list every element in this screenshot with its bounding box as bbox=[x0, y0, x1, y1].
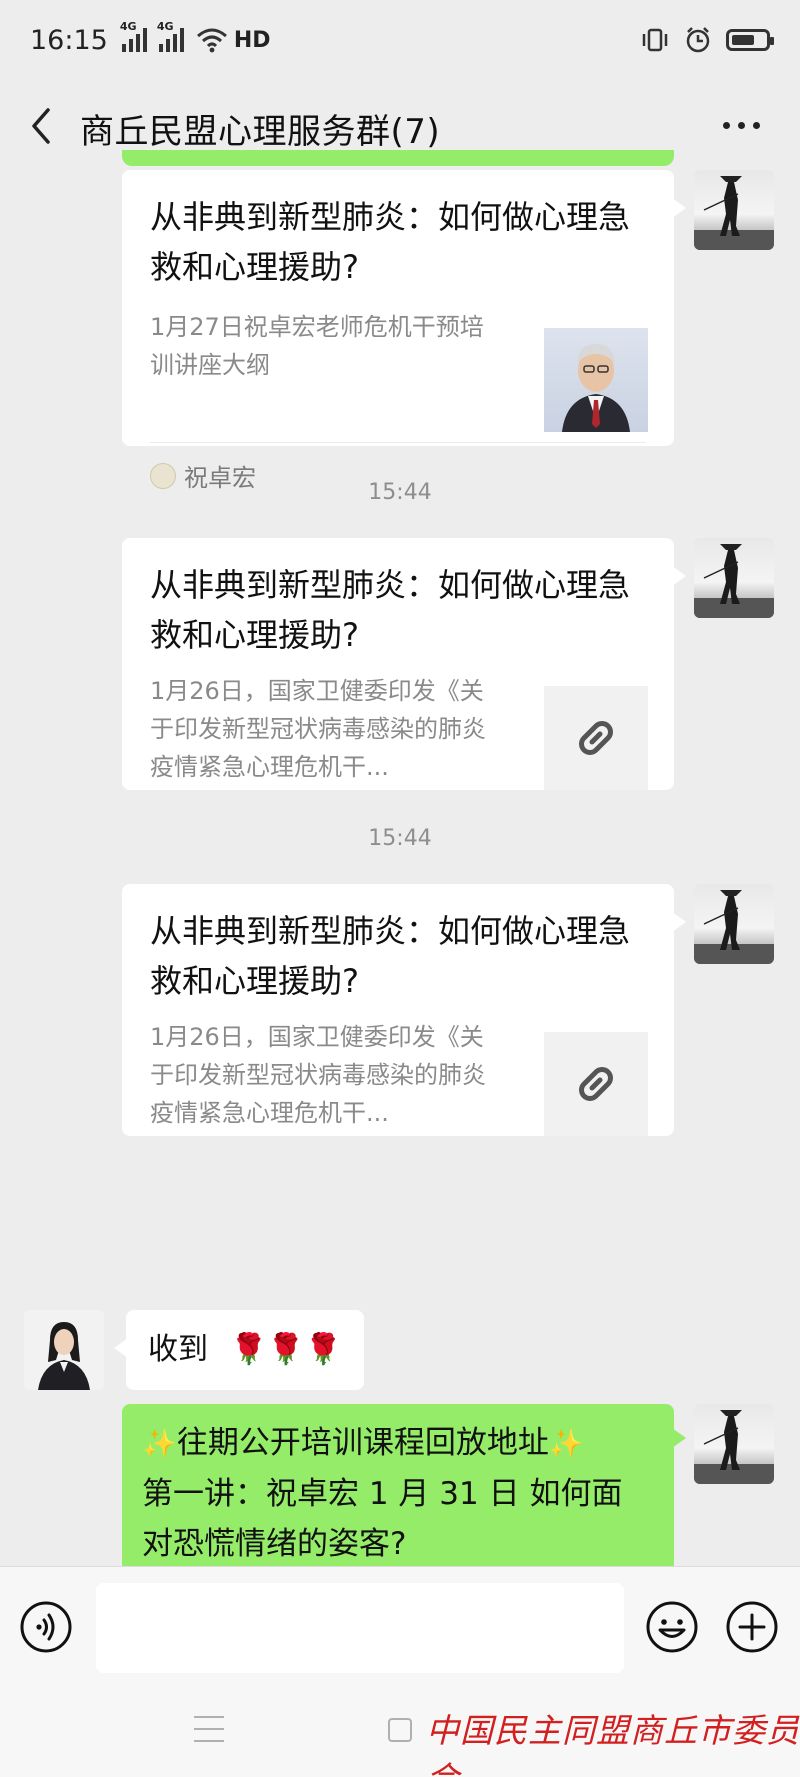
text-message-bubble[interactable]: ✨往期公开培训课程回放地址✨ 第一讲：祝卓宏 1 月 31 日 如何面 对恐慌情… bbox=[122, 1404, 686, 1566]
message-timestamp: 15:44 bbox=[368, 480, 432, 505]
link-card[interactable]: 从非典到新型肺炎：如何做心理急救和心理援助? 1月26日，国家卫健委印发《关于印… bbox=[122, 884, 686, 1136]
plus-icon[interactable] bbox=[724, 1599, 780, 1655]
home-square-icon[interactable] bbox=[388, 1718, 412, 1742]
chat-message-list[interactable]: 从非典到新型肺炎：如何做心理急救和心理援助? 1月27日祝卓宏老师危机干预培训讲… bbox=[0, 150, 800, 1566]
samurai-silhouette-icon bbox=[694, 1410, 774, 1484]
signal-icon: 4G bbox=[120, 20, 147, 52]
watermark: 中国民主同盟商丘市委员会 bbox=[426, 1711, 800, 1777]
chat-title: 商丘民盟心理服务群(7) bbox=[80, 112, 441, 152]
wifi-icon bbox=[196, 28, 227, 53]
link-thumbnail bbox=[544, 686, 648, 790]
samurai-silhouette-icon bbox=[694, 544, 774, 618]
more-dots-icon[interactable] bbox=[723, 122, 760, 129]
message-input[interactable] bbox=[96, 1583, 624, 1673]
message-line: 第一讲：祝卓宏 1 月 31 日 如何面 bbox=[142, 1476, 623, 1512]
link-card-description: 1月26日，国家卫健委印发《关于印发新型冠状病毒感染的肺炎疫情紧急心理危机干..… bbox=[150, 677, 486, 781]
link-card-title: 从非典到新型肺炎：如何做心理急救和心理援助? bbox=[150, 912, 631, 1000]
message-timestamp: 15:44 bbox=[368, 826, 432, 851]
hd-label: HD bbox=[233, 27, 271, 53]
link-card-divider bbox=[150, 442, 646, 443]
avatar[interactable] bbox=[694, 170, 774, 250]
message-bubble-partial bbox=[122, 150, 674, 166]
menu-icon[interactable] bbox=[194, 1716, 224, 1742]
link-icon bbox=[579, 1067, 613, 1101]
avatar[interactable] bbox=[24, 1310, 104, 1390]
link-card[interactable]: 从非典到新型肺炎：如何做心理急救和心理援助? 1月27日祝卓宏老师危机干预培训讲… bbox=[122, 170, 686, 492]
avatar[interactable] bbox=[694, 884, 774, 964]
avatar[interactable] bbox=[694, 538, 774, 618]
link-icon bbox=[579, 721, 613, 755]
link-card-description: 1月26日，国家卫健委印发《关于印发新型冠状病毒感染的肺炎疫情紧急心理危机干..… bbox=[150, 1023, 486, 1127]
person-photo-icon bbox=[38, 1322, 90, 1390]
system-nav-bar: 中国民主同盟商丘市委员会 bbox=[0, 1686, 800, 1777]
samurai-silhouette-icon bbox=[694, 176, 774, 250]
voice-icon[interactable] bbox=[18, 1599, 74, 1655]
emoji-icon[interactable] bbox=[644, 1599, 700, 1655]
status-bar: 16:15 4G 4G HD bbox=[0, 0, 800, 80]
message-text: 收到 bbox=[148, 1332, 208, 1367]
alarm-icon bbox=[686, 27, 710, 53]
battery-icon bbox=[726, 29, 774, 51]
link-card-title: 从非典到新型肺炎：如何做心理急救和心理援助? bbox=[150, 198, 631, 286]
samurai-silhouette-icon bbox=[694, 890, 774, 964]
message-text: 往期公开培训课程回放地址 bbox=[176, 1425, 549, 1461]
network-type-label: 4G bbox=[119, 20, 137, 33]
status-time: 16:15 bbox=[30, 24, 108, 56]
link-card[interactable]: 从非典到新型肺炎：如何做心理急救和心理援助? 1月26日，国家卫健委印发《关于印… bbox=[122, 538, 686, 790]
signal-icon: 4G bbox=[157, 20, 184, 52]
message-line: 对恐慌情绪的姿客? bbox=[142, 1526, 407, 1562]
network-type-label: 4G bbox=[156, 20, 174, 33]
sparkles-icon: ✨ bbox=[142, 1427, 177, 1460]
link-thumbnail bbox=[544, 1032, 648, 1136]
input-bar bbox=[0, 1566, 800, 1686]
vibrate-icon bbox=[642, 28, 668, 52]
avatar[interactable] bbox=[694, 1404, 774, 1484]
message-line: ✨往期公开培训课程回放地址✨ bbox=[142, 1418, 654, 1469]
link-card-title: 从非典到新型肺炎：如何做心理急救和心理援助? bbox=[150, 566, 631, 654]
link-card-description: 1月27日祝卓宏老师危机干预培训讲座大纲 bbox=[150, 313, 484, 379]
chevron-left-icon[interactable] bbox=[22, 102, 62, 150]
rose-emoji: 🌹🌹🌹 bbox=[230, 1332, 343, 1367]
portrait-thumbnail bbox=[544, 328, 648, 432]
sparkles-icon: ✨ bbox=[548, 1427, 584, 1460]
text-message-bubble[interactable]: 收到 🌹🌹🌹 bbox=[113, 1310, 365, 1390]
